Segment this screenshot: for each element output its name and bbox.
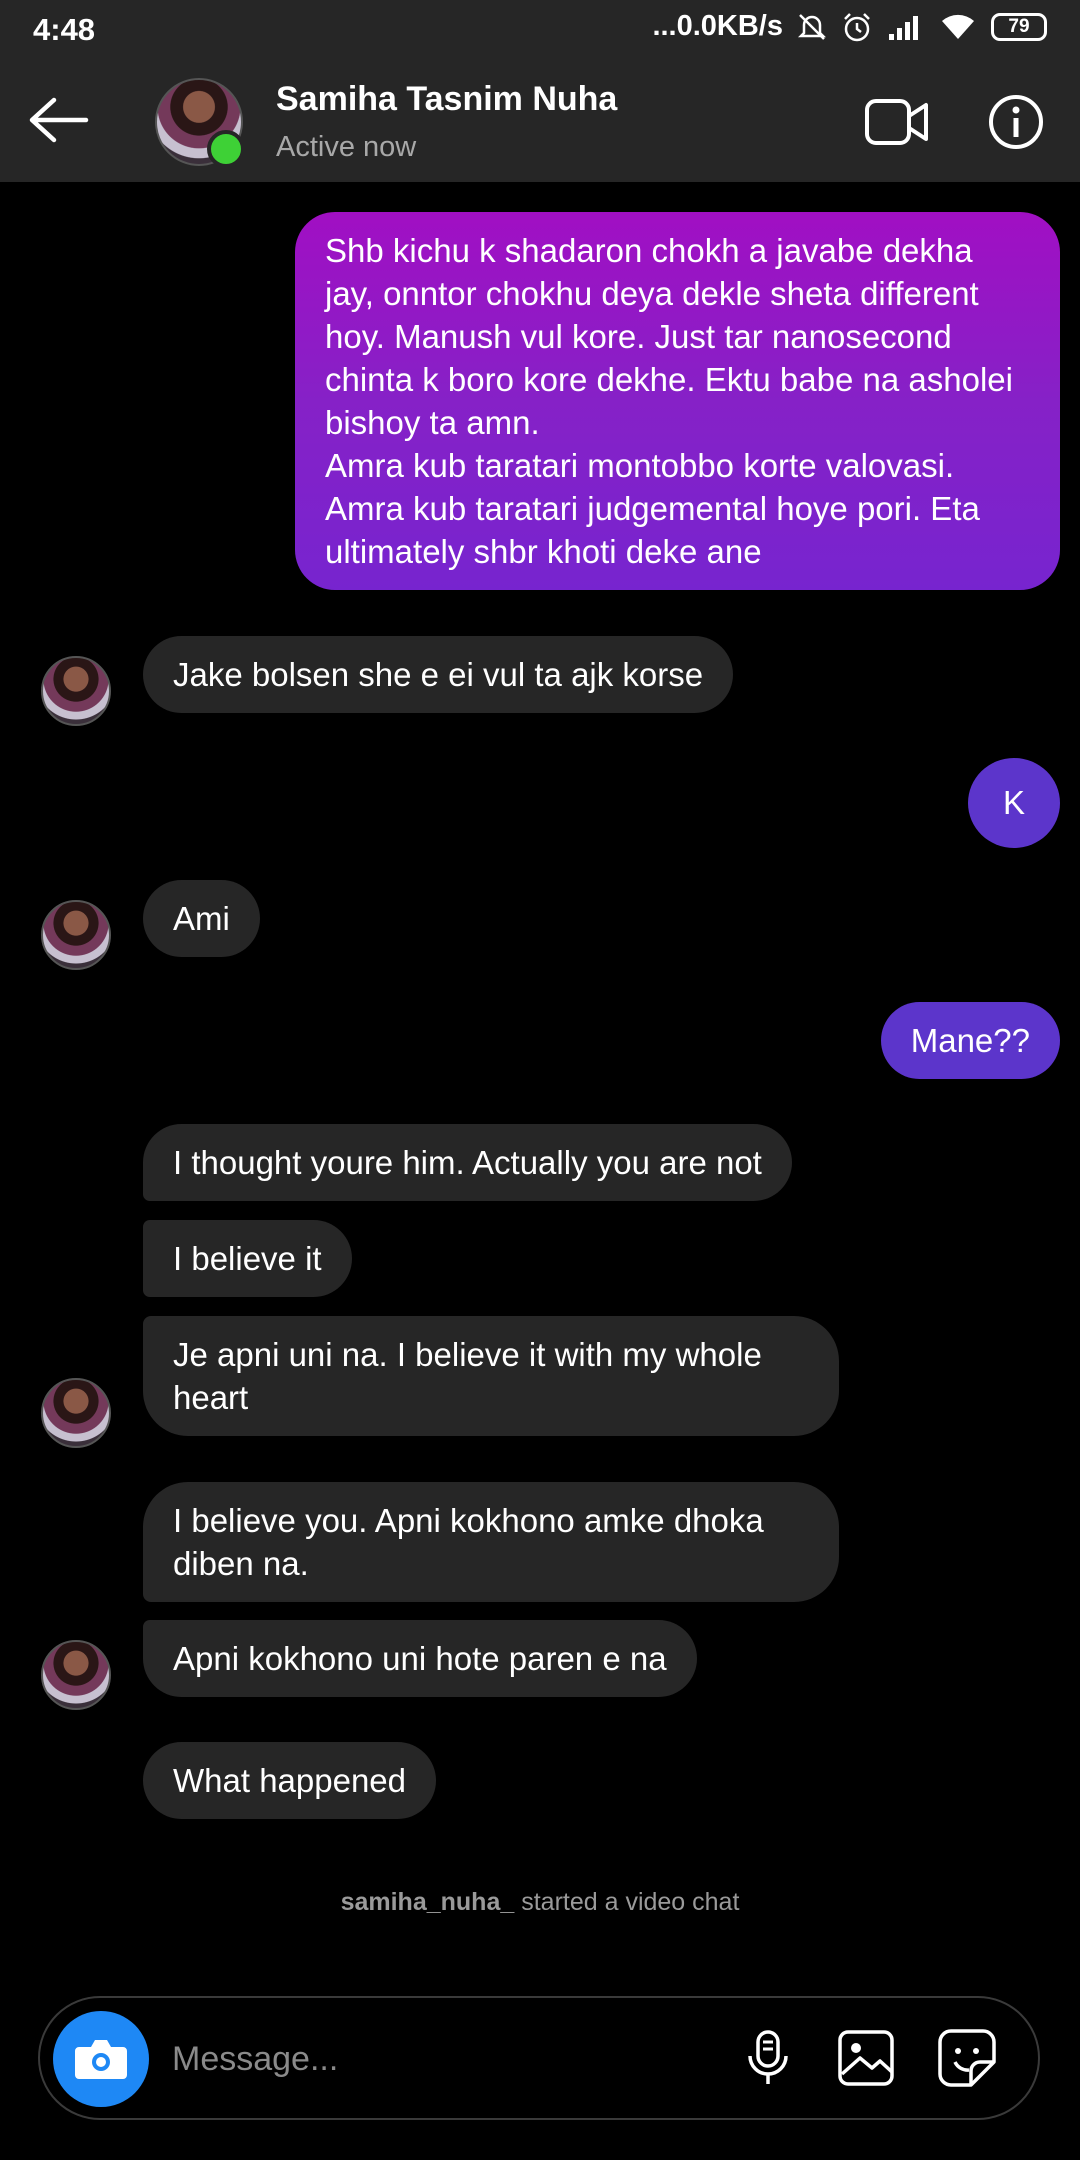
microphone-icon[interactable] <box>736 2026 800 2090</box>
signal-icon <box>889 15 918 40</box>
received-message[interactable]: Apni kokhono uni hote paren e na <box>143 1620 697 1697</box>
message-composer <box>38 1996 1040 2120</box>
status-icons: ...0.0KB/s 79 <box>652 10 1047 43</box>
received-message[interactable]: What happened <box>143 1742 437 1819</box>
network-speed: ...0.0KB/s <box>652 10 783 42</box>
sender-avatar[interactable] <box>41 656 111 726</box>
notice-action: started a video chat <box>521 1888 740 1916</box>
status-time: 4:48 <box>33 12 96 47</box>
message-input[interactable] <box>170 2028 734 2090</box>
info-icon[interactable] <box>988 94 1044 150</box>
received-message[interactable]: I thought youre him. Actually you are no… <box>143 1124 792 1201</box>
gallery-icon[interactable] <box>834 2026 898 2090</box>
video-call-icon[interactable] <box>864 96 930 148</box>
wifi-icon <box>942 14 974 39</box>
sender-avatar[interactable] <box>41 1640 111 1710</box>
sticker-icon[interactable] <box>935 2026 999 2090</box>
video-chat-notice: samiha_nuha_ started a video chat <box>0 1888 1080 1917</box>
received-message[interactable]: Je apni uni na. I believe it with my who… <box>143 1316 839 1436</box>
received-message[interactable]: I believe it <box>143 1220 352 1297</box>
camera-button[interactable] <box>53 2011 149 2107</box>
sender-avatar[interactable] <box>41 1378 111 1448</box>
online-indicator <box>207 130 245 168</box>
contact-name[interactable]: Samiha Tasnim Nuha <box>276 80 617 119</box>
sent-message[interactable]: Shb kichu k shadaron chokh a javabe dekh… <box>295 212 1060 590</box>
back-arrow-icon[interactable] <box>26 92 92 148</box>
sender-avatar[interactable] <box>41 900 111 970</box>
camera-icon <box>75 2040 127 2079</box>
received-message[interactable]: Ami <box>143 880 260 957</box>
battery-indicator: 79 <box>991 12 1047 41</box>
chat-header: Samiha Tasnim Nuha Active now <box>0 60 1080 182</box>
status-bar: 4:48 ...0.0KB/s 79 <box>0 0 1080 60</box>
alarm-icon <box>844 12 870 41</box>
received-message[interactable]: Jake bolsen she e ei vul ta ajk korse <box>143 636 734 713</box>
sent-message[interactable]: Mane?? <box>880 1002 1060 1079</box>
notice-username[interactable]: samiha_nuha_ <box>341 1888 515 1916</box>
mute-bell-icon <box>797 13 827 40</box>
received-message[interactable]: I believe you. Apni kokhono amke dhoka d… <box>143 1482 839 1602</box>
sent-message[interactable]: K <box>968 758 1060 848</box>
presence-status: Active now <box>276 131 417 163</box>
